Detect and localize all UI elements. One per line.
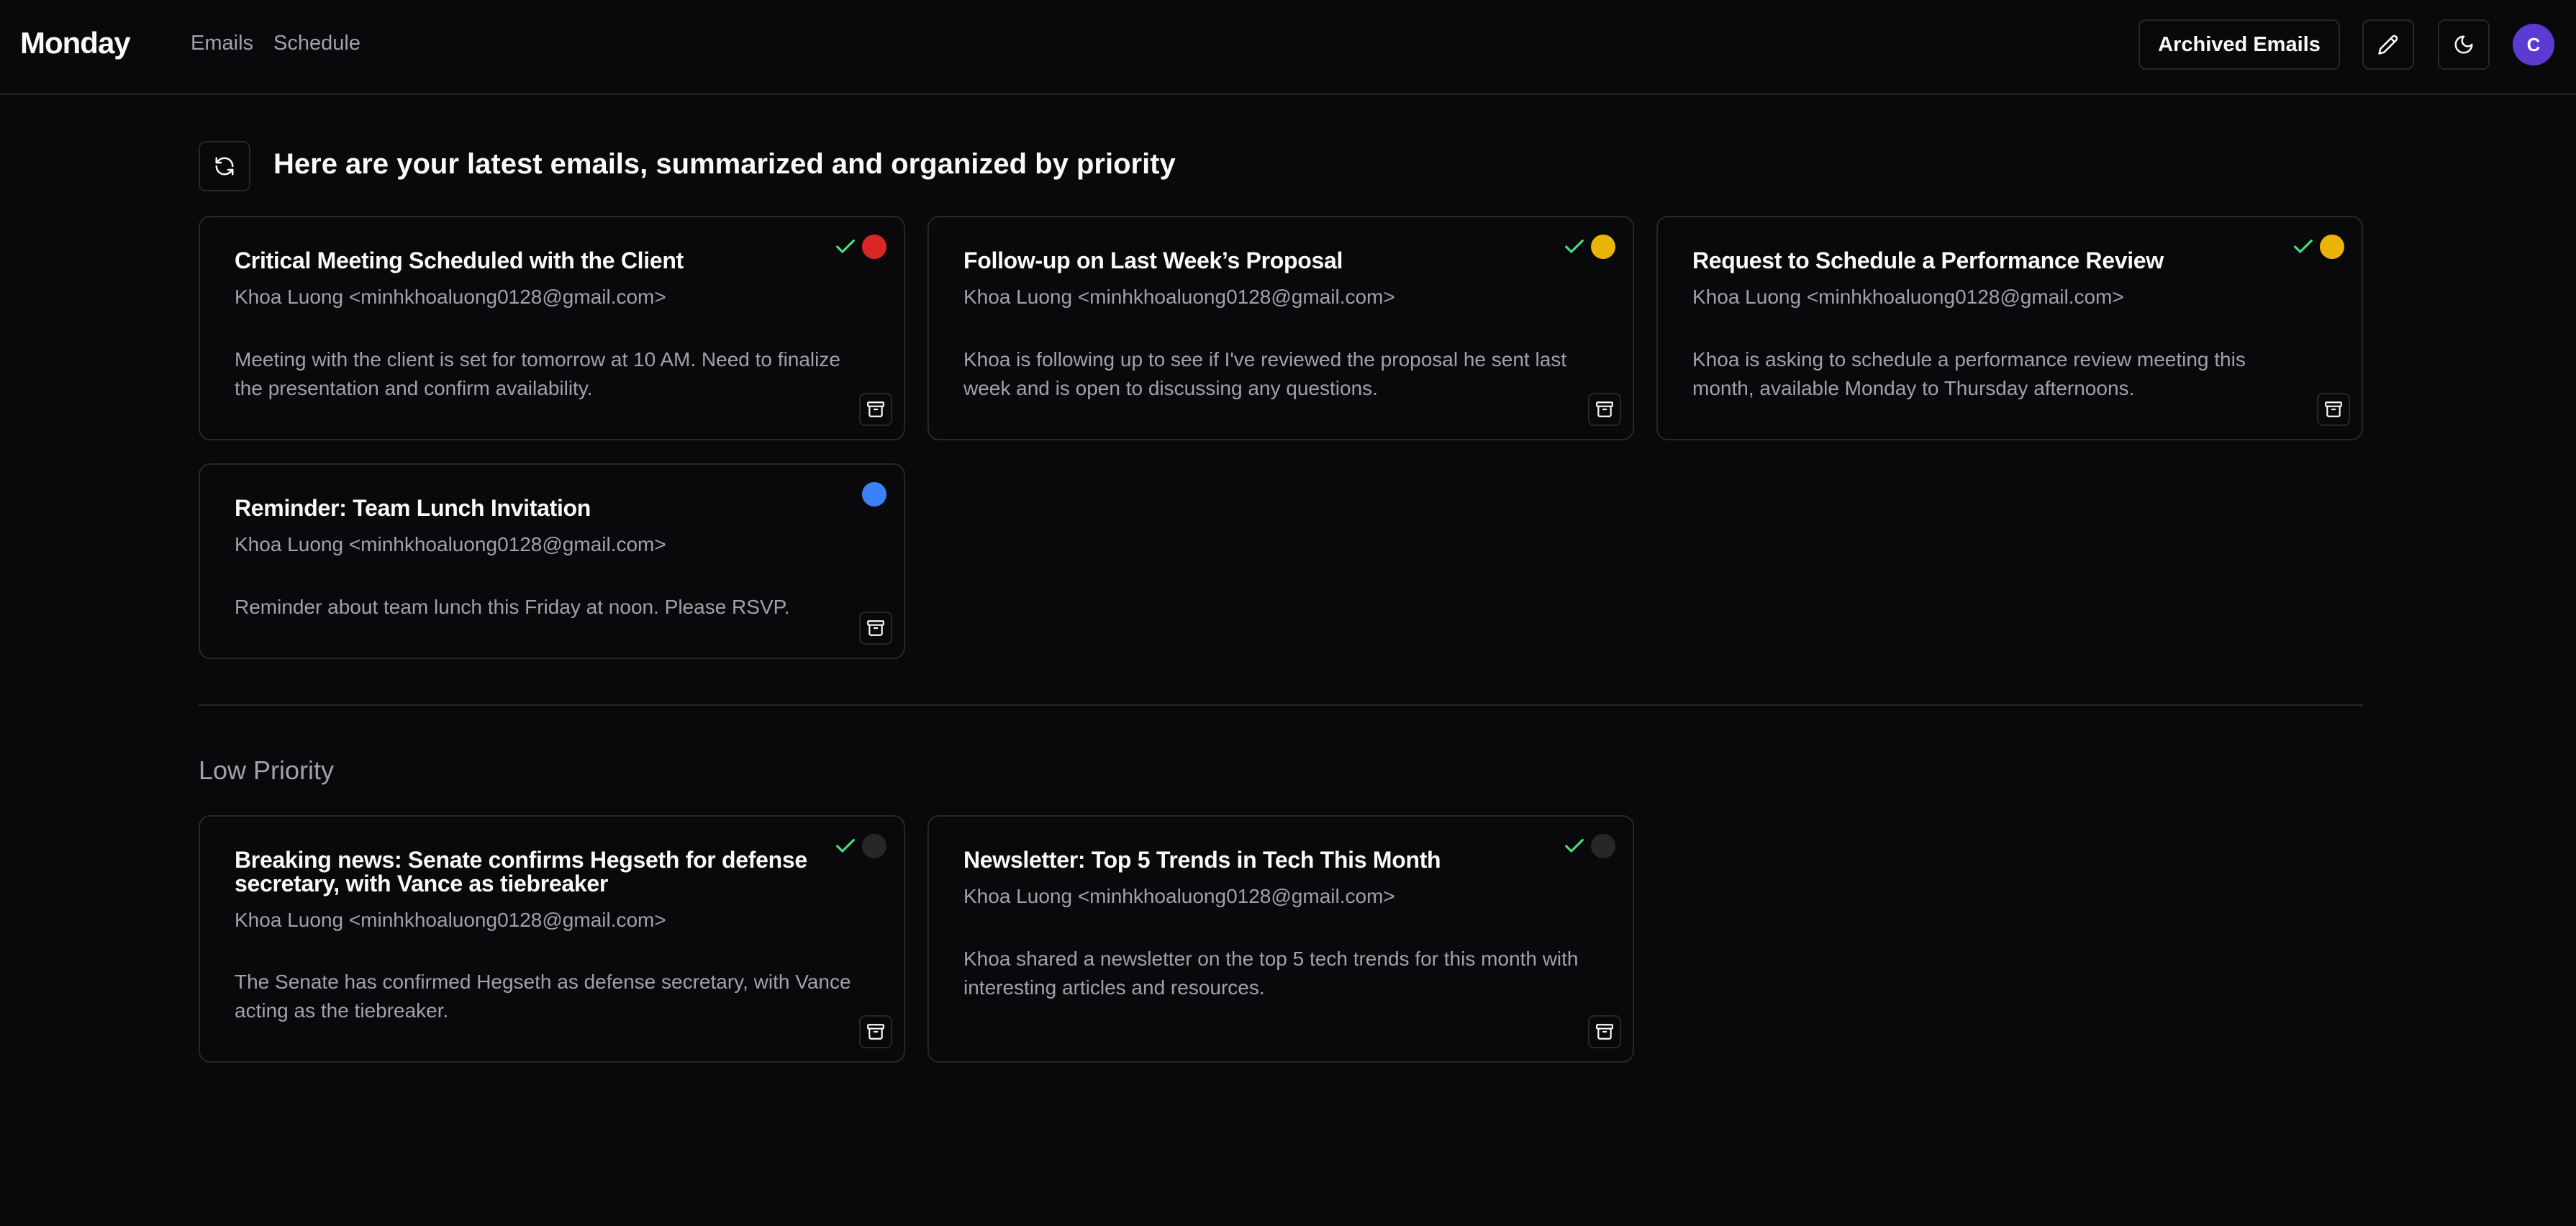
email-summary: Khoa is following up to see if I've revi… (963, 348, 1567, 399)
email-card[interactable]: Follow-up on Last Week’s Proposal Khoa L… (928, 216, 1634, 440)
theme-toggle-button[interactable] (2438, 19, 2490, 70)
nav-link-schedule[interactable]: Schedule (273, 32, 360, 55)
priority-dot (862, 834, 886, 858)
priority-dot (1591, 235, 1615, 259)
email-summary: Khoa shared a newsletter on the top 5 te… (963, 948, 1579, 999)
email-title: Follow-up on Last Week’s Proposal (963, 248, 1343, 273)
email-summary: Reminder about team lunch this Friday at… (235, 596, 790, 618)
email-card[interactable]: Reminder: Team Lunch Invitation Khoa Luo… (199, 463, 905, 659)
check-icon[interactable] (1562, 834, 1587, 858)
email-sender: Khoa Luong <minhkhoaluong0128@gmail.com> (1692, 286, 2124, 308)
email-title: Newsletter: Top 5 Trends in Tech This Mo… (963, 847, 1441, 873)
pencil-icon (2378, 35, 2398, 55)
archive-icon (867, 401, 884, 417)
archive-icon (1596, 401, 1613, 417)
low-priority-heading: Low Priority (199, 755, 335, 785)
archive-button[interactable] (859, 1015, 892, 1048)
main-nav: Emails Schedule (191, 32, 360, 55)
archive-icon (2325, 401, 2342, 417)
check-icon[interactable] (833, 834, 858, 858)
email-title: Breaking news: Senate confirms Hegseth f… (235, 847, 807, 896)
archive-button[interactable] (1588, 393, 1621, 426)
email-sender: Khoa Luong <minhkhoaluong0128@gmail.com> (235, 909, 666, 931)
archive-button[interactable] (859, 612, 892, 645)
top-header: Monday Emails Schedule Archived Emails C (0, 0, 2576, 95)
check-icon[interactable] (2291, 235, 2316, 259)
email-summary: Meeting with the client is set for tomor… (235, 348, 840, 399)
email-sender: Khoa Luong <minhkhoaluong0128@gmail.com> (235, 286, 666, 308)
check-icon[interactable] (833, 235, 858, 259)
archive-icon (867, 620, 884, 636)
refresh-icon (215, 157, 234, 176)
priority-dot (862, 235, 886, 259)
email-sender: Khoa Luong <minhkhoaluong0128@gmail.com> (235, 533, 666, 555)
check-icon[interactable] (1562, 235, 1587, 259)
app-logo[interactable]: Monday (20, 26, 131, 60)
archive-icon (1596, 1024, 1613, 1040)
user-avatar[interactable]: C (2513, 24, 2554, 65)
email-card[interactable]: Critical Meeting Scheduled with the Clie… (199, 216, 905, 440)
priority-dot (2320, 235, 2344, 259)
archived-emails-button[interactable]: Archived Emails (2139, 19, 2340, 70)
moon-icon (2454, 35, 2473, 54)
archive-button[interactable] (1588, 1015, 1621, 1048)
priority-dot (862, 482, 886, 507)
refresh-button[interactable] (199, 141, 250, 191)
section-divider (199, 704, 2363, 706)
email-title: Request to Schedule a Performance Review (1692, 248, 2164, 273)
archive-button[interactable] (859, 393, 892, 426)
page-title: Here are your latest emails, summarized … (273, 148, 1176, 180)
email-card[interactable]: Breaking news: Senate confirms Hegseth f… (199, 815, 905, 1063)
email-sender: Khoa Luong <minhkhoaluong0128@gmail.com> (963, 885, 1395, 907)
archive-icon (867, 1024, 884, 1040)
email-title: Critical Meeting Scheduled with the Clie… (235, 248, 684, 273)
email-summary: The Senate has confirmed Hegseth as defe… (235, 971, 851, 1022)
email-card[interactable]: Request to Schedule a Performance Review… (1656, 216, 2363, 440)
email-sender: Khoa Luong <minhkhoaluong0128@gmail.com> (963, 286, 1395, 308)
email-card[interactable]: Newsletter: Top 5 Trends in Tech This Mo… (928, 815, 1634, 1063)
archive-button[interactable] (2317, 393, 2350, 426)
priority-dot (1591, 834, 1615, 858)
email-summary: Khoa is asking to schedule a performance… (1692, 348, 2246, 399)
nav-link-emails[interactable]: Emails (191, 32, 253, 55)
compose-button[interactable] (2362, 19, 2414, 70)
email-title: Reminder: Team Lunch Invitation (235, 495, 591, 521)
